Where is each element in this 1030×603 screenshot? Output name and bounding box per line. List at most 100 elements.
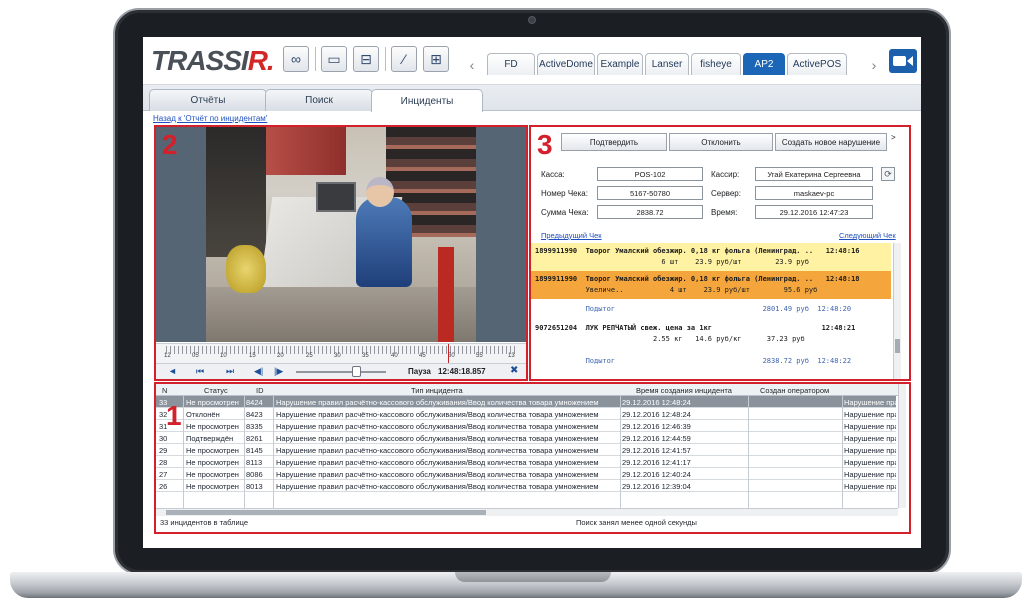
tick-label: 45 bbox=[419, 353, 426, 359]
check-time-label: Время: bbox=[711, 208, 738, 217]
cell-type: Нарушение правил расчётно-кассового обсл… bbox=[276, 434, 599, 443]
skip-forward-icon[interactable]: ⏭ bbox=[226, 366, 234, 377]
cell-n: 29 bbox=[159, 446, 168, 455]
timeline-scale[interactable]: 12 05 10 15 20 25 30 35 40 45 50 55 13 bbox=[156, 343, 526, 364]
col-header-operator[interactable]: Создан оператором bbox=[760, 386, 829, 395]
table-vertical-scrollbar[interactable] bbox=[898, 384, 906, 508]
receipt-line-detail: 6 шт 23.9 руб/шт 23.9 руб bbox=[535, 258, 809, 266]
camera-tabs-next-button[interactable]: › bbox=[865, 56, 883, 74]
speed-slider-track[interactable] bbox=[296, 371, 386, 373]
reject-button[interactable]: Отклонить bbox=[669, 133, 773, 151]
check-time-field: 29.12.2016 12:47:23 bbox=[755, 205, 873, 219]
receipt-line-text: Подытог 2838.72 руб 12:48:22 bbox=[535, 357, 852, 365]
cell-extra: Нарушение пра bbox=[844, 458, 896, 467]
skip-back-icon[interactable]: ⏮ bbox=[196, 366, 204, 377]
close-icon[interactable]: ✖ bbox=[510, 365, 518, 376]
cell-time: 29.12.2016 12:46:39 bbox=[622, 422, 691, 431]
more-actions-button[interactable]: > bbox=[891, 133, 896, 142]
col-header-id[interactable]: ID bbox=[256, 386, 264, 395]
camera-frame-image bbox=[206, 127, 476, 342]
previous-check-link[interactable]: Предыдущий Чек bbox=[541, 231, 602, 240]
col-header-n[interactable]: N bbox=[162, 386, 167, 395]
table-row[interactable]: 27 Не просмотрен 8086 Нарушение правил р… bbox=[156, 468, 896, 480]
cell-time: 29.12.2016 12:41:17 bbox=[622, 458, 691, 467]
tree-icon[interactable]: ⊟ bbox=[353, 46, 379, 72]
cell-time: 29.12.2016 12:40:24 bbox=[622, 470, 691, 479]
table-row[interactable]: 29 Не просмотрен 8145 Нарушение правил р… bbox=[156, 444, 896, 456]
table-row[interactable]: 33 Не просмотрен 8424 Нарушение правил р… bbox=[156, 396, 896, 408]
playhead-marker[interactable] bbox=[448, 344, 449, 364]
camera-tab-ap2[interactable]: AP2 bbox=[743, 53, 785, 75]
tab-reports[interactable]: Отчёты bbox=[149, 89, 267, 111]
camera-tab-activedome[interactable]: ActiveDome bbox=[537, 53, 595, 75]
layout-edit-icon[interactable]: ⊞ bbox=[423, 46, 449, 72]
video-viewport[interactable] bbox=[156, 127, 526, 342]
back-to-report-link[interactable]: Назад к 'Отчёт по инцидентам' bbox=[153, 114, 267, 123]
cell-type: Нарушение правил расчётно-кассового обсл… bbox=[276, 398, 599, 407]
receipt-subtotal[interactable]: Подытог 2801.49 руб 12:48:20 bbox=[531, 301, 891, 319]
refresh-icon[interactable]: ⟳ bbox=[881, 167, 895, 181]
tab-incidents[interactable]: Инциденты bbox=[371, 89, 483, 112]
server-label: Сервер: bbox=[711, 189, 741, 198]
col-header-time[interactable]: Время создания инцидента bbox=[636, 386, 732, 395]
tick-label: 30 bbox=[334, 353, 341, 359]
server-field: maskaev-pc bbox=[755, 186, 873, 200]
incidents-table-panel: N Статус ID Тип инцидента Время создания… bbox=[154, 382, 911, 534]
check-sum-label: Сумма Чека: bbox=[541, 208, 589, 217]
cell-status: Не просмотрен bbox=[186, 458, 239, 467]
table-row[interactable]: 32 Отклонён 8423 Нарушение правил расчёт… bbox=[156, 408, 896, 420]
incident-count: 33 инцидентов в таблице bbox=[160, 518, 249, 527]
column-divider bbox=[620, 396, 621, 508]
col-header-status[interactable]: Статус bbox=[204, 386, 228, 395]
magic-wand-icon[interactable]: ⁄ bbox=[391, 46, 417, 72]
check-number-label: Номер Чека: bbox=[541, 189, 588, 198]
create-violation-button[interactable]: Создать новое нарушение bbox=[775, 133, 887, 151]
receipt-panel: 3 Подтвердить Отклонить Создать новое на… bbox=[529, 125, 911, 381]
col-header-type[interactable]: Тип инцидента bbox=[411, 386, 463, 395]
cell-time: 29.12.2016 12:41:57 bbox=[622, 446, 691, 455]
step-forward-icon[interactable]: |▶ bbox=[274, 366, 283, 377]
cell-id: 8261 bbox=[246, 434, 263, 443]
camera-tab-example[interactable]: Example bbox=[597, 53, 643, 75]
tick-label: 25 bbox=[306, 353, 313, 359]
speed-slider-knob[interactable] bbox=[352, 366, 361, 377]
step-back-icon[interactable]: ◀| bbox=[254, 366, 263, 377]
video-panel: 2 12 05 10 15 20 25 30 35 40 45 50 55 13… bbox=[154, 125, 528, 381]
camera-tabs-prev-button[interactable]: ‹ bbox=[463, 56, 481, 74]
video-camera-icon[interactable] bbox=[889, 49, 917, 73]
next-check-link[interactable]: Следующий Чек bbox=[839, 231, 896, 240]
table-row[interactable]: 31 Не просмотрен 8335 Нарушение правил р… bbox=[156, 420, 896, 432]
cell-n: 26 bbox=[159, 482, 168, 491]
cell-id: 8424 bbox=[246, 398, 263, 407]
cashier-label: Кассир: bbox=[711, 170, 740, 179]
camera-tab-fisheye[interactable]: fisheye bbox=[691, 53, 741, 75]
cell-id: 8113 bbox=[246, 458, 263, 467]
check-sum-field: 2838.72 bbox=[597, 205, 703, 219]
receipt-line[interactable]: 1899911990 Творог Умалский обезжир. 0,18… bbox=[531, 243, 891, 271]
receipt-scrollbar[interactable] bbox=[893, 243, 901, 379]
kassa-field: POS-102 bbox=[597, 167, 703, 181]
monitor-icon[interactable]: ▭ bbox=[321, 46, 347, 72]
cell-type: Нарушение правил расчётно-кассового обсл… bbox=[276, 470, 599, 479]
pair-view-icon[interactable]: ∞ bbox=[283, 46, 309, 72]
table-row[interactable]: 28 Не просмотрен 8113 Нарушение правил р… bbox=[156, 456, 896, 468]
receipt-line-highlighted[interactable]: 1899911990 Творог Умалский обезжир. 0,18… bbox=[531, 271, 891, 299]
cell-extra: Нарушение пра bbox=[844, 446, 896, 455]
tab-search[interactable]: Поиск bbox=[265, 89, 373, 111]
toolbar-divider bbox=[385, 47, 386, 71]
tick-label: 12 bbox=[164, 353, 171, 359]
camera-tab-fd[interactable]: FD bbox=[487, 53, 535, 75]
table-status-bar: 33 инцидентов в таблице Поиск занял мене… bbox=[156, 518, 906, 528]
table-horizontal-scrollbar[interactable] bbox=[156, 508, 898, 516]
table-row[interactable]: 30 Подтверждён 8261 Нарушение правил рас… bbox=[156, 432, 896, 444]
prev-frame-icon[interactable]: ◄ bbox=[168, 366, 177, 377]
table-row[interactable]: 26 Не просмотрен 8013 Нарушение правил р… bbox=[156, 480, 896, 492]
confirm-button[interactable]: Подтвердить bbox=[561, 133, 667, 151]
receipt-line[interactable]: 9072651204 ЛУК РЕПЧАТЫЙ свеж. цена за 1к… bbox=[531, 320, 891, 348]
tick-label: 40 bbox=[391, 353, 398, 359]
camera-tab-activepos[interactable]: ActivePOS bbox=[787, 53, 847, 75]
cell-extra: Нарушение пра bbox=[844, 482, 896, 491]
receipt-subtotal[interactable]: Подытог 2838.72 руб 12:48:22 bbox=[531, 353, 891, 371]
camera-tab-lanser[interactable]: Lanser bbox=[645, 53, 689, 75]
laptop-notch bbox=[455, 572, 611, 582]
